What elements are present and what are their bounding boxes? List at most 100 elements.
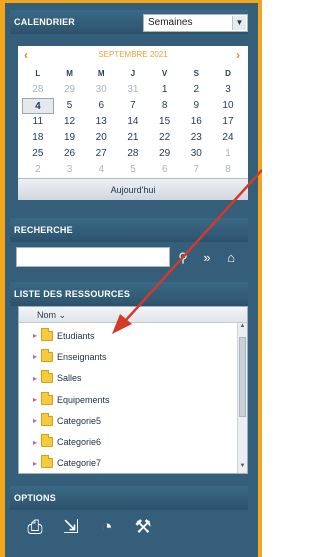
tree-item[interactable]: ▸ Categorie6	[19, 431, 237, 452]
expand-icon[interactable]: ▸	[33, 331, 41, 340]
day-cell[interactable]: 9	[180, 98, 212, 114]
day-cell[interactable]: 8	[149, 98, 181, 114]
day-cell[interactable]: 12	[54, 114, 86, 130]
expand-icon[interactable]: ▸	[33, 352, 41, 361]
day-cell[interactable]: 24	[212, 130, 244, 146]
search-header: RECHERCHE	[10, 218, 248, 242]
scroll-down-icon[interactable]: ▼	[238, 463, 247, 473]
day-cell[interactable]: 29	[149, 146, 181, 162]
tree-item[interactable]: ▸ Salles	[19, 368, 237, 389]
month-label: SEPTEMBRE 2021	[98, 50, 168, 59]
day-cell[interactable]: 25	[22, 146, 54, 162]
folder-icon	[41, 370, 53, 384]
tool-icon[interactable]: ⚒	[132, 516, 154, 540]
scroll-up-icon[interactable]: ▲	[238, 323, 247, 333]
day-cell[interactable]: 18	[22, 130, 54, 146]
folder-icon	[41, 391, 53, 405]
weekday-label: S	[193, 69, 199, 78]
day-cell[interactable]: 2	[180, 82, 212, 98]
day-cell[interactable]: 1	[212, 146, 244, 162]
expand-icon[interactable]: ▸	[33, 416, 41, 425]
day-cell[interactable]: 8	[212, 162, 244, 178]
day-cell[interactable]: 19	[54, 130, 86, 146]
day-cell[interactable]: 26	[54, 146, 86, 162]
search-icon[interactable]: ⚲	[176, 249, 190, 267]
tree-item[interactable]: ▸ Enseignants	[19, 346, 237, 367]
day-cell[interactable]: 27	[85, 146, 117, 162]
resources-header: LISTE DES RESSOURCES	[10, 282, 248, 306]
weekday-label: J	[130, 69, 136, 78]
next-month-button[interactable]: ›	[236, 48, 240, 62]
day-cell[interactable]: 6	[85, 98, 117, 114]
rss-icon[interactable]: ◔	[96, 516, 118, 540]
expand-icon[interactable]: ▸	[33, 438, 41, 447]
expand-icon[interactable]: ▸	[33, 459, 41, 468]
day-cell[interactable]: 29	[54, 82, 86, 98]
week-row: 25 26 27 28 29 30 1	[22, 146, 244, 162]
folder-icon	[41, 434, 53, 448]
day-cell[interactable]: 16	[180, 114, 212, 130]
day-cell[interactable]: 3	[54, 162, 86, 178]
day-cell[interactable]: 3	[212, 82, 244, 98]
expand-icon[interactable]: ▸	[33, 395, 41, 404]
tree-item-label: Salles	[57, 373, 82, 384]
day-cell-today[interactable]: 4	[22, 98, 54, 114]
day-cell[interactable]: 15	[149, 114, 181, 130]
prev-month-button[interactable]: ‹	[24, 48, 28, 62]
day-cell[interactable]: 22	[149, 130, 181, 146]
options-toolbar: ⎙ ⇲ ◔ ⚒	[24, 516, 154, 540]
day-cell[interactable]: 14	[117, 114, 149, 130]
day-cell[interactable]: 13	[85, 114, 117, 130]
folder-icon	[41, 348, 53, 362]
day-cell[interactable]: 2	[22, 162, 54, 178]
folder-icon	[41, 327, 53, 341]
tree-item-label: Equipements	[57, 394, 110, 405]
forward-icon[interactable]: »	[200, 249, 214, 267]
day-cell[interactable]: 31	[117, 82, 149, 98]
tree-item[interactable]: ▸ Equipements	[19, 389, 237, 410]
column-header-label: Nom	[37, 310, 57, 320]
day-cell[interactable]: 28	[22, 82, 54, 98]
day-cell[interactable]: 30	[180, 146, 212, 162]
weekday-row: L M M J V S D	[22, 66, 244, 82]
tree-item-label: Enseignants	[57, 351, 107, 362]
chevron-down-icon[interactable]: ▼	[232, 16, 246, 30]
column-header-name[interactable]: Nom ⌄	[19, 307, 247, 323]
resources-tree: Nom ⌄ ▸ Etudiants ▸ Enseignants ▸ Salles…	[18, 306, 248, 474]
day-cell[interactable]: 5	[54, 98, 86, 114]
folder-icon	[41, 412, 53, 426]
view-select[interactable]: Semaines ▼	[143, 14, 248, 32]
day-cell[interactable]: 23	[180, 130, 212, 146]
scrollbar-thumb[interactable]	[239, 337, 246, 417]
day-cell[interactable]: 20	[85, 130, 117, 146]
day-cell[interactable]: 7	[180, 162, 212, 178]
day-cell[interactable]: 30	[85, 82, 117, 98]
scrollbar[interactable]: ▲ ▼	[237, 323, 247, 473]
day-cell[interactable]: 1	[149, 82, 181, 98]
print-icon[interactable]: ⎙	[24, 516, 46, 540]
tree-item[interactable]: ▸ Etudiants	[19, 325, 237, 346]
day-cell[interactable]: 6	[149, 162, 181, 178]
week-row: 18 19 20 21 22 23 24	[22, 130, 244, 146]
tree-item-label: Categorie7	[57, 458, 102, 469]
week-row: 4 5 6 7 8 9 10	[22, 98, 244, 114]
day-cell[interactable]: 17	[212, 114, 244, 130]
day-cell[interactable]: 5	[117, 162, 149, 178]
day-cell[interactable]: 28	[117, 146, 149, 162]
today-button[interactable]: Aujourd'hui	[18, 178, 248, 200]
expand-icon[interactable]: ▸	[33, 374, 41, 383]
weekday-label: L	[35, 69, 41, 78]
day-cell[interactable]: 4	[85, 162, 117, 178]
home-icon[interactable]: ⌂	[224, 249, 238, 267]
calendar-widget: ‹ SEPTEMBRE 2021 › L M M J V S D 28 29 3…	[18, 46, 248, 178]
day-cell[interactable]: 7	[117, 98, 149, 114]
export-icon[interactable]: ⇲	[60, 516, 82, 540]
resources-list: ▸ Etudiants ▸ Enseignants ▸ Salles ▸ Equ…	[19, 325, 237, 474]
tree-item[interactable]: ▸ Categorie7	[19, 453, 237, 474]
search-input[interactable]	[16, 247, 170, 267]
day-cell[interactable]: 21	[117, 130, 149, 146]
options-header: OPTIONS	[10, 486, 248, 510]
tree-item[interactable]: ▸ Categorie5	[19, 410, 237, 431]
day-cell[interactable]: 10	[212, 98, 244, 114]
day-cell[interactable]: 11	[22, 114, 54, 130]
